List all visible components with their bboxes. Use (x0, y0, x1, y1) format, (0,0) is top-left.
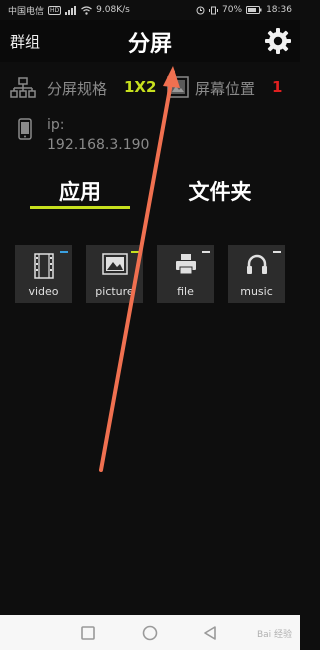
app-tile-video[interactable]: video (15, 245, 72, 303)
ip-label: ip: (47, 117, 65, 133)
hd-badge: HD (48, 5, 62, 15)
printer-icon (175, 254, 196, 275)
status-left: 中国电信 HD 9.08K/s (8, 4, 130, 17)
spec-label: 分屏规格 (47, 80, 108, 98)
network-grid-icon (10, 77, 36, 98)
clock: 18:36 (266, 5, 292, 15)
status-bar: 中国电信 HD 9.08K/s 70% 18:36 (0, 0, 300, 20)
app-tile-music[interactable]: music (228, 245, 285, 303)
app-tile-label: file (177, 285, 194, 298)
battery-percent: 70% (222, 5, 243, 15)
tab-apps[interactable]: 应用 (10, 176, 150, 208)
signal-icon (65, 5, 77, 15)
image-icon (101, 253, 128, 275)
spec-row: 分屏规格 1X2 屏幕位置 1 (0, 75, 300, 101)
position-label: 屏幕位置 (195, 80, 256, 98)
status-right: 70% 18:36 (196, 5, 292, 15)
ip-value: 192.168.3.190 (47, 137, 150, 153)
carrier-label: 中国电信 (8, 6, 45, 17)
screen-position-icon (167, 76, 189, 98)
group-button[interactable]: 群组 (10, 31, 40, 52)
position-value[interactable]: 1 (272, 78, 282, 96)
network-speed: 9.08K/s (96, 5, 130, 15)
home-icon[interactable] (140, 623, 160, 643)
app-header: 群组 分屏 (0, 20, 300, 62)
headphones-icon (246, 254, 267, 274)
battery-icon (246, 6, 262, 14)
vibrate-icon (209, 6, 219, 14)
app-tile-label: picture (95, 285, 134, 298)
app-tile-picture[interactable]: picture (86, 245, 143, 303)
app-tile-label: music (240, 285, 273, 298)
gear-icon[interactable] (264, 27, 292, 55)
tab-folders[interactable]: 文件夹 (150, 176, 290, 208)
phone-icon (18, 118, 32, 140)
tab-bar: 应用 文件夹 (10, 170, 290, 212)
back-icon[interactable] (200, 623, 220, 643)
spec-value[interactable]: 1X2 (124, 78, 156, 96)
navigation-bar: Bai 经验 (0, 615, 300, 650)
recent-apps-icon[interactable] (78, 623, 98, 643)
watermark: Bai 经验 (256, 630, 292, 640)
page-title: 分屏 (127, 32, 172, 57)
wifi-icon (81, 5, 93, 15)
apps-grid: video picture file music (15, 245, 287, 305)
app-tile-file[interactable]: file (157, 245, 214, 303)
app-tile-label: video (28, 285, 59, 298)
alarm-icon (196, 6, 205, 14)
active-tab-indicator (30, 206, 130, 209)
film-icon (33, 253, 54, 279)
